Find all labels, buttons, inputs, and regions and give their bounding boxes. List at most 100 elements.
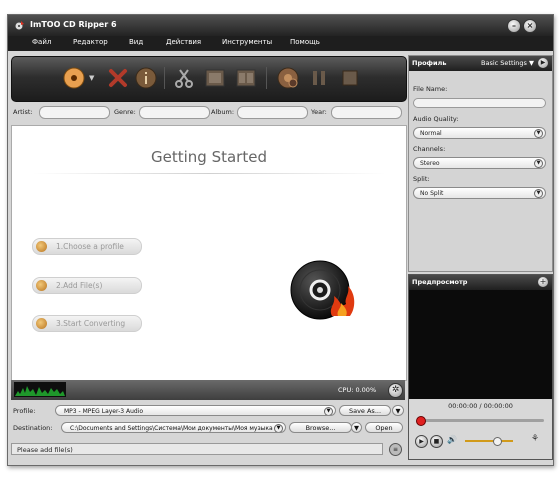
destination-row: Destination: C:\Documents and Settings\С…	[11, 421, 405, 435]
step-label: 3.Start Converting	[56, 319, 126, 328]
channels-label: Channels:	[413, 145, 446, 153]
menu-actions[interactable]: Действия	[166, 38, 201, 46]
window-title: ImTOO CD Ripper 6	[30, 20, 117, 29]
audio-quality-label: Audio Quality:	[413, 115, 459, 123]
toolbar: ▼	[11, 56, 407, 102]
channels-value: Stereo	[420, 160, 440, 167]
volume-icon[interactable]: 🔊	[447, 435, 457, 444]
profile-panel-header: Профиль Basic Settings ▼ ▶	[409, 56, 552, 71]
save-as-dropdown[interactable]: ▼	[392, 405, 404, 416]
film-clip-icon[interactable]	[203, 66, 227, 90]
genre-label: Genre:	[114, 108, 136, 116]
save-as-button[interactable]: Save As...	[339, 405, 391, 416]
basic-settings-dropdown[interactable]: Basic Settings ▼	[481, 59, 534, 67]
profile-row: Profile: MP3 - MPEG Layer-3 Audio ▼ Save…	[11, 404, 405, 418]
stop-button[interactable]: ■	[430, 435, 443, 448]
arrow-right-icon[interactable]: ▶	[538, 58, 548, 68]
play-button[interactable]: ▶	[415, 435, 428, 448]
profile-value: MP3 - MPEG Layer-3 Audio	[64, 408, 144, 415]
cd-flame-icon	[290, 260, 355, 320]
step-label: 2.Add File(s)	[56, 281, 103, 290]
film-merge-icon[interactable]	[234, 66, 258, 90]
convert-icon	[36, 318, 47, 329]
audio-quality-select[interactable]: Normal ▼	[413, 127, 546, 139]
step-start-converting[interactable]: 3.Start Converting	[32, 315, 142, 332]
profile-select[interactable]: MP3 - MPEG Layer-3 Audio ▼	[55, 405, 336, 416]
volume-slider[interactable]	[465, 437, 513, 446]
app-logo-icon	[15, 21, 24, 30]
split-value: No Split	[420, 190, 444, 197]
settings-gear-icon[interactable]: ✲	[388, 383, 403, 398]
snapshot-icon[interactable]: ⚘	[531, 434, 539, 444]
menu-view[interactable]: Вид	[129, 38, 143, 46]
menu-tools[interactable]: Инструменты	[222, 38, 272, 46]
file-name-field[interactable]	[413, 98, 546, 108]
menu-help[interactable]: Помощь	[290, 38, 320, 46]
destination-value: C:\Documents and Settings\Система\Мои до…	[70, 425, 273, 432]
menu-edit[interactable]: Редактор	[73, 38, 108, 46]
chevron-down-icon[interactable]: ▼	[274, 424, 283, 432]
add-icon[interactable]: +	[538, 277, 548, 287]
profile-label: Profile:	[13, 407, 36, 415]
title-divider	[32, 173, 386, 174]
add-cd-icon[interactable]	[62, 66, 86, 90]
preview-panel-header: Предпросмотр +	[409, 275, 552, 290]
step-label: 1.Choose a profile	[56, 242, 124, 251]
menu-bar: Файл Редактор Вид Действия Инструменты П…	[8, 36, 553, 51]
split-select[interactable]: No Split ▼	[413, 187, 546, 199]
playback-time: 00:00:00 / 00:00:00	[448, 402, 513, 410]
seek-bar[interactable]	[416, 416, 544, 426]
volume-handle[interactable]	[493, 437, 502, 446]
chevron-down-icon[interactable]: ▼	[534, 129, 543, 138]
channels-select[interactable]: Stereo ▼	[413, 157, 546, 169]
getting-started-title: Getting Started	[151, 148, 267, 166]
seek-handle[interactable]	[416, 416, 426, 426]
album-field[interactable]	[237, 106, 308, 119]
destination-select[interactable]: C:\Documents and Settings\Система\Мои до…	[61, 422, 286, 433]
step-add-files[interactable]: 2.Add File(s)	[32, 277, 142, 294]
cpu-usage: CPU: 0.00%	[338, 386, 377, 394]
log-icon[interactable]: ≡	[389, 443, 402, 456]
chevron-down-icon[interactable]: ▼	[89, 74, 94, 82]
chevron-down-icon[interactable]: ▼	[534, 159, 543, 168]
title-bar[interactable]: ImTOO CD Ripper 6 – ×	[8, 15, 553, 36]
status-message: Please add file(s)	[11, 443, 383, 455]
browse-dropdown[interactable]: ▼	[351, 422, 362, 433]
delete-icon[interactable]	[106, 66, 130, 90]
metadata-bar: Artist: Genre: Album: Year:	[11, 105, 405, 121]
info-icon[interactable]	[134, 66, 158, 90]
status-bar: Please add file(s) ≡	[11, 442, 405, 457]
preview-panel-title: Предпросмотр	[412, 278, 468, 286]
add-file-icon	[36, 280, 47, 291]
chevron-down-icon[interactable]: ▼	[534, 189, 543, 198]
player-controls: 00:00:00 / 00:00:00 ▶ ■ 🔊 ⚘	[409, 399, 552, 459]
getting-started-panel: Getting Started 1.Choose a profile 2.Add…	[11, 125, 407, 381]
artist-label: Artist:	[13, 108, 33, 116]
profile-panel: Профиль Basic Settings ▼ ▶ File Name: Au…	[408, 55, 553, 272]
profile-icon	[36, 241, 47, 252]
chevron-down-icon[interactable]: ▼	[324, 407, 333, 415]
year-field[interactable]	[331, 106, 402, 119]
audio-quality-value: Normal	[420, 130, 442, 137]
open-button[interactable]: Open	[365, 422, 403, 433]
stop-icon[interactable]	[338, 66, 362, 90]
audio-status-bar: CPU: 0.00% ✲	[11, 380, 405, 400]
app-window: ImTOO CD Ripper 6 – × Файл Редактор Вид …	[7, 14, 554, 466]
pause-icon[interactable]	[307, 66, 331, 90]
preview-panel: Предпросмотр + 00:00:00 / 00:00:00 ▶ ■ 🔊…	[408, 274, 553, 460]
destination-label: Destination:	[13, 424, 53, 432]
minimize-button[interactable]: –	[507, 19, 521, 33]
toolbar-separator	[266, 67, 267, 89]
browse-button[interactable]: Browse...	[289, 422, 352, 433]
basic-settings-label: Basic Settings	[481, 59, 527, 67]
convert-icon[interactable]	[276, 66, 300, 90]
cut-icon[interactable]	[172, 66, 196, 90]
year-label: Year:	[311, 108, 327, 116]
menu-file[interactable]: Файл	[32, 38, 51, 46]
step-choose-profile[interactable]: 1.Choose a profile	[32, 238, 142, 255]
file-name-label: File Name:	[413, 85, 448, 93]
genre-field[interactable]	[139, 106, 210, 119]
toolbar-separator	[164, 67, 165, 89]
artist-field[interactable]	[39, 106, 110, 119]
close-button[interactable]: ×	[523, 19, 537, 33]
